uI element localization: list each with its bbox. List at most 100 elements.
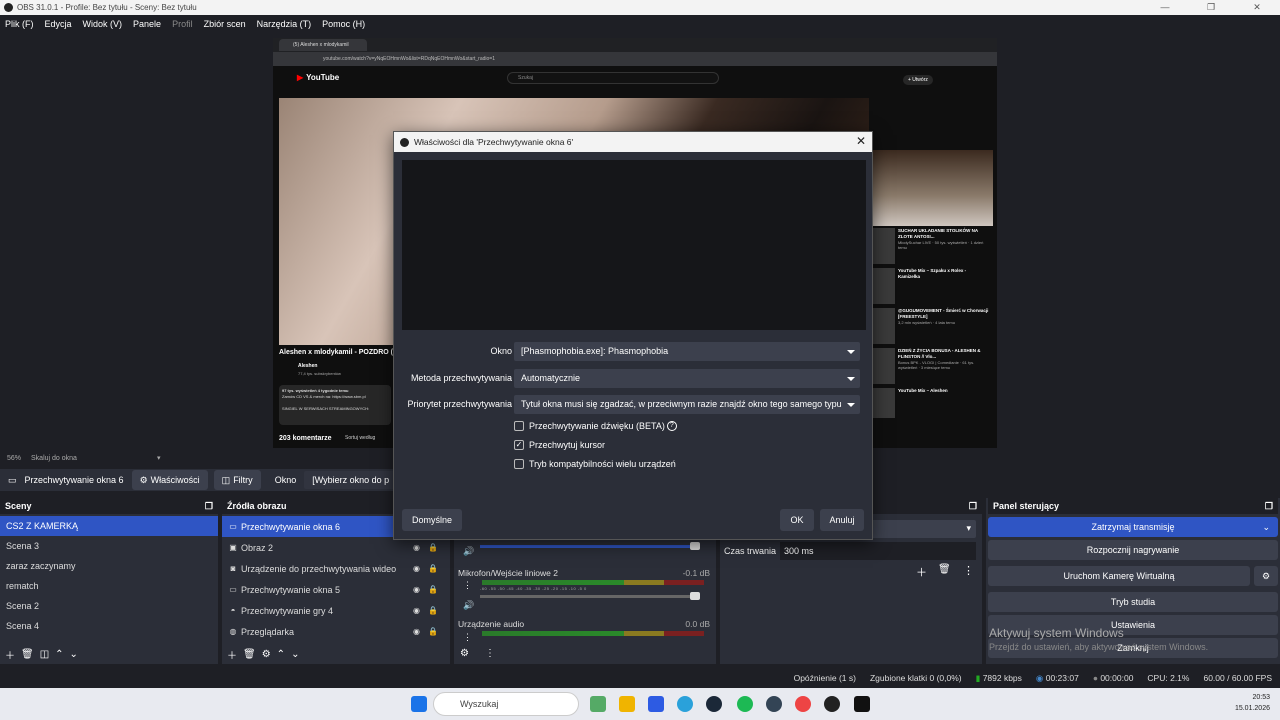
menu-view[interactable]: Widok (V) <box>83 19 123 29</box>
folder-icon[interactable] <box>619 696 635 712</box>
kebab-menu-icon[interactable]: ⋮ <box>485 648 495 659</box>
channel-subs: 77,4 tys. subskrybentów <box>298 371 341 376</box>
obs-icon[interactable] <box>824 696 840 712</box>
kebab-menu-icon[interactable]: ⋮ <box>463 580 472 591</box>
properties-button[interactable]: ⚙ Właściwości <box>131 470 208 490</box>
steam-icon[interactable] <box>706 696 722 712</box>
taskbar-search[interactable]: Wyszukaj <box>433 692 579 716</box>
scene-item[interactable]: Scena 2 <box>0 596 218 616</box>
chrome-icon[interactable] <box>795 696 811 712</box>
eye-icon[interactable]: ◉ <box>413 543 420 552</box>
spotify-icon[interactable] <box>737 696 753 712</box>
telegram-icon[interactable] <box>677 696 693 712</box>
multi-adapter-checkbox[interactable]: Tryb kompatybilności wielu urządzeń <box>514 459 676 469</box>
source-item[interactable]: ▣ Obraz 2 ◉ 🔒 <box>222 537 450 558</box>
priority-label: Priorytet przechwytywania <box>407 399 512 409</box>
comments-sort: Sortuj według <box>345 435 376 441</box>
method-select[interactable]: Automatycznie <box>514 369 860 388</box>
studio-mode-button[interactable]: Tryb studia <box>988 592 1278 612</box>
source-item[interactable]: ▭ Przechwytywanie okna 5 ◉ 🔒 <box>222 579 450 600</box>
arrow-up-icon[interactable]: ⌃ <box>55 649 63 660</box>
source-item[interactable]: ◍ Przeglądarka ◉ 🔒 <box>222 621 450 642</box>
transition-select[interactable]: ▾ <box>870 520 976 538</box>
gear-icon[interactable]: ⚙ <box>262 649 271 660</box>
scene-item[interactable]: Scena 4 <box>0 616 218 636</box>
add-icon[interactable]: ＋ <box>227 647 237 662</box>
copilot-icon[interactable] <box>648 696 664 712</box>
defaults-button[interactable]: Domyślne <box>402 509 462 531</box>
arrow-down-icon[interactable]: ⌄ <box>70 649 78 660</box>
scene-item[interactable]: Scena 3 <box>0 536 218 556</box>
duration-input[interactable]: 300 ms <box>780 542 976 560</box>
app-icon[interactable] <box>766 696 782 712</box>
filters-button[interactable]: ◫ Filtry <box>213 470 261 490</box>
menu-help[interactable]: Pomoc (H) <box>322 19 365 29</box>
kebab-menu-icon[interactable]: ⋮ <box>463 632 472 643</box>
window-select[interactable]: [Wybierz okno do p <box>304 471 398 489</box>
virtual-camera-button[interactable]: Uruchom Kamerę Wirtualną <box>988 566 1250 586</box>
windows-start-icon[interactable] <box>411 696 427 712</box>
terminal-icon[interactable] <box>854 696 870 712</box>
undock-icon[interactable]: ❐ <box>969 501 977 512</box>
lock-icon[interactable]: 🔒 <box>428 585 438 594</box>
volume-slider[interactable] <box>480 542 700 550</box>
cancel-button[interactable]: Anuluj <box>820 509 864 531</box>
trash-icon[interactable]: 🗑 <box>938 564 951 575</box>
undock-icon[interactable]: ❐ <box>1265 501 1273 512</box>
audio-capture-checkbox[interactable]: Przechwytywanie dźwięku (BETA)? <box>514 421 677 431</box>
eye-icon[interactable]: ◉ <box>413 564 420 573</box>
close-icon[interactable]: ✕ <box>1234 0 1280 15</box>
preview-scale-bar: 56% Skaluj do okna ▾ <box>0 452 280 464</box>
rec-item: YouTube Mix – Aleshen <box>873 388 989 428</box>
task-view-icon[interactable] <box>590 696 606 712</box>
arrow-down-icon[interactable]: ⌄ <box>291 649 299 660</box>
lock-icon[interactable]: 🔒 <box>428 606 438 615</box>
lock-icon[interactable]: 🔒 <box>428 627 438 636</box>
gear-icon[interactable]: ⚙ <box>1254 566 1278 586</box>
scene-item[interactable]: CS2 Z KAMERKĄ <box>0 516 218 536</box>
volume-slider[interactable] <box>480 592 700 600</box>
scene-item[interactable]: rematch <box>0 576 218 596</box>
add-icon[interactable]: ＋ <box>916 564 927 580</box>
scene-item[interactable]: zaraz zaczynamy <box>0 556 218 576</box>
menu-scene-collection[interactable]: Zbiór scen <box>204 19 246 29</box>
lock-icon[interactable]: 🔒 <box>428 564 438 573</box>
maximize-icon[interactable]: ❐ <box>1188 0 1234 15</box>
window-select[interactable]: [Phasmophobia.exe]: Phasmophobia <box>514 342 860 361</box>
trash-icon[interactable]: 🗑 <box>21 649 34 660</box>
eye-icon[interactable]: ◉ <box>413 585 420 594</box>
record-icon: ● <box>1092 673 1098 683</box>
menu-profile[interactable]: Profil <box>172 19 193 29</box>
eye-icon[interactable]: ◉ <box>413 627 420 636</box>
speaker-icon[interactable]: 🔊 <box>463 546 474 557</box>
lock-icon[interactable]: 🔒 <box>428 543 438 552</box>
trash-icon[interactable]: 🗑 <box>243 649 256 660</box>
priority-select[interactable]: Tytuł okna musi się zgadzać, w przeciwny… <box>514 395 860 414</box>
gear-icon[interactable]: ⚙ <box>460 648 469 659</box>
rec-item: SUCHAR UKLADANIE STOLIKÓW NA ZLOTE ANTOS… <box>873 228 989 268</box>
start-record-button[interactable]: Rozpocznij nagrywanie <box>988 540 1278 560</box>
capture-cursor-checkbox[interactable]: ✓ Przechwytuj kursor <box>514 440 605 450</box>
status-dropped-frames: Zgubione klatki 0 (0,0%) <box>869 673 962 683</box>
menu-docks[interactable]: Panele <box>133 19 161 29</box>
ok-button[interactable]: OK <box>780 509 814 531</box>
menu-file[interactable]: Plik (F) <box>5 19 34 29</box>
menu-bar: Plik (F) Edycja Widok (V) Panele Profil … <box>0 15 1280 32</box>
add-icon[interactable]: ＋ <box>5 647 15 662</box>
speaker-icon[interactable]: 🔊 <box>463 600 474 611</box>
menu-edit[interactable]: Edycja <box>45 19 72 29</box>
source-item[interactable]: ◙ Urządzenie do przechwytywania wideo ◉ 🔒 <box>222 558 450 579</box>
kebab-menu-icon[interactable]: ⋮ <box>963 564 974 577</box>
undock-icon[interactable]: ❐ <box>205 501 213 512</box>
chevron-down-icon[interactable]: ▾ <box>157 454 161 462</box>
minimize-icon[interactable]: — <box>1142 0 1188 15</box>
stop-stream-button[interactable]: Zatrzymaj transmisję ⌄ <box>988 517 1278 537</box>
system-clock[interactable]: 20:53 15.01.2026 <box>1235 692 1270 714</box>
eye-icon[interactable]: ◉ <box>413 606 420 615</box>
filter-icon[interactable]: ◫ <box>40 649 49 660</box>
scale-mode-select[interactable]: Skaluj do okna <box>31 455 77 462</box>
source-item[interactable]: ◓ Przechwytywanie gry 4 ◉ 🔒 <box>222 600 450 621</box>
arrow-up-icon[interactable]: ⌃ <box>277 649 285 660</box>
close-icon[interactable]: ✕ <box>856 134 866 148</box>
menu-tools[interactable]: Narzędzia (T) <box>257 19 312 29</box>
